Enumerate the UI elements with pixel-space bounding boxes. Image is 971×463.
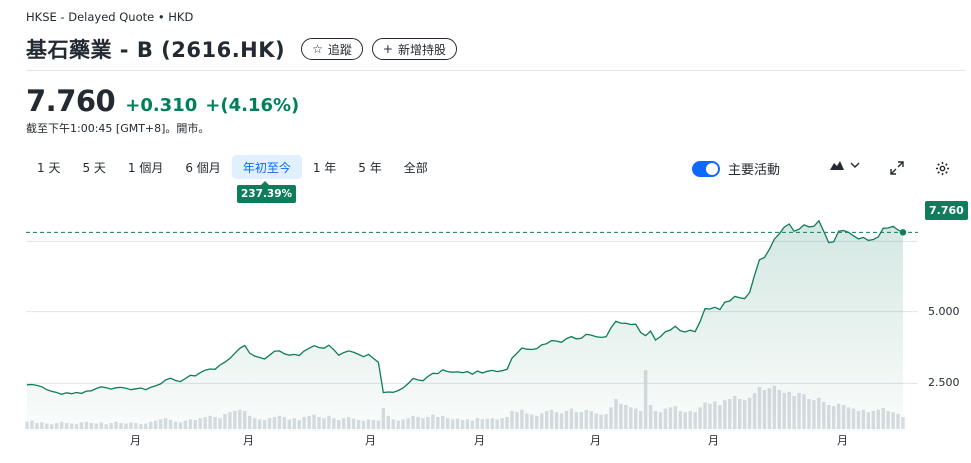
key-events-label: 主要活動 — [728, 163, 781, 178]
current-price: 7.760 — [26, 84, 116, 118]
toggle-knob — [706, 162, 718, 175]
price-row: 7.760 +0.310 +(4.16%) — [26, 84, 299, 118]
price-area — [27, 220, 903, 431]
follow-label: 追蹤 — [327, 42, 352, 57]
range-tab[interactable]: 1 天 — [26, 155, 71, 179]
expand-icon — [890, 161, 904, 175]
range-tab[interactable]: 全部 — [393, 155, 439, 179]
last-price-dot — [899, 229, 907, 236]
range-tab[interactable]: 6 個月 — [174, 155, 231, 179]
settings-button[interactable] — [933, 159, 951, 177]
exchange-line: HKSE - Delayed Quote • HKD — [26, 10, 194, 24]
title-row: 基石藥業 - B (2616.HK) ☆ 追蹤 + 新增持股 — [26, 34, 457, 64]
range-tab[interactable]: 1 個月 — [117, 155, 174, 179]
quote-timestamp: 截至下午1:00:45 [GMT+8]。開市。 — [26, 122, 210, 135]
y-tick-label: 5.000 — [928, 304, 960, 318]
current-price-tag: 7.760 — [925, 201, 968, 220]
x-month-label: 月 — [243, 434, 254, 447]
chevron-down-icon — [850, 162, 860, 168]
price-chart[interactable] — [0, 195, 971, 435]
star-icon: ☆ — [312, 42, 323, 56]
x-month-label: 月 — [130, 434, 141, 447]
range-tabs: 1 天5 天1 個月 6 個月 年初至今 1 年5 年全部 — [26, 155, 439, 179]
price-change: +0.310 — [125, 95, 198, 116]
range-tab[interactable]: 年初至今 — [231, 155, 302, 179]
toggle-switch[interactable] — [692, 160, 720, 177]
page-title: 基石藥業 - B (2616.HK) — [26, 38, 286, 62]
x-month-label: 月 — [365, 434, 376, 447]
key-events-toggle[interactable]: 主要活動 — [692, 159, 780, 178]
divider — [26, 70, 965, 71]
chart-type-menu[interactable] — [829, 159, 860, 171]
mountain-chart-icon — [830, 161, 844, 170]
expand-button[interactable] — [888, 159, 906, 177]
price-change-percent: +(4.16%) — [205, 95, 300, 116]
x-month-label: 月 — [708, 434, 719, 447]
x-month-label: 月 — [474, 434, 485, 447]
range-tab[interactable]: 5 天 — [71, 155, 116, 179]
add-holding-label: 新增持股 — [397, 42, 446, 57]
add-holding-button[interactable]: + 新增持股 — [371, 38, 457, 60]
x-month-label: 月 — [837, 434, 848, 447]
x-month-label: 月 — [590, 434, 601, 447]
y-tick-label: 2.500 — [928, 376, 960, 390]
gear-icon — [935, 161, 949, 175]
range-tab[interactable]: 5 年 — [347, 155, 392, 179]
plus-icon: + — [382, 42, 393, 56]
follow-button[interactable]: ☆ 追蹤 — [301, 38, 363, 60]
range-tab[interactable]: 1 年 — [302, 155, 347, 179]
